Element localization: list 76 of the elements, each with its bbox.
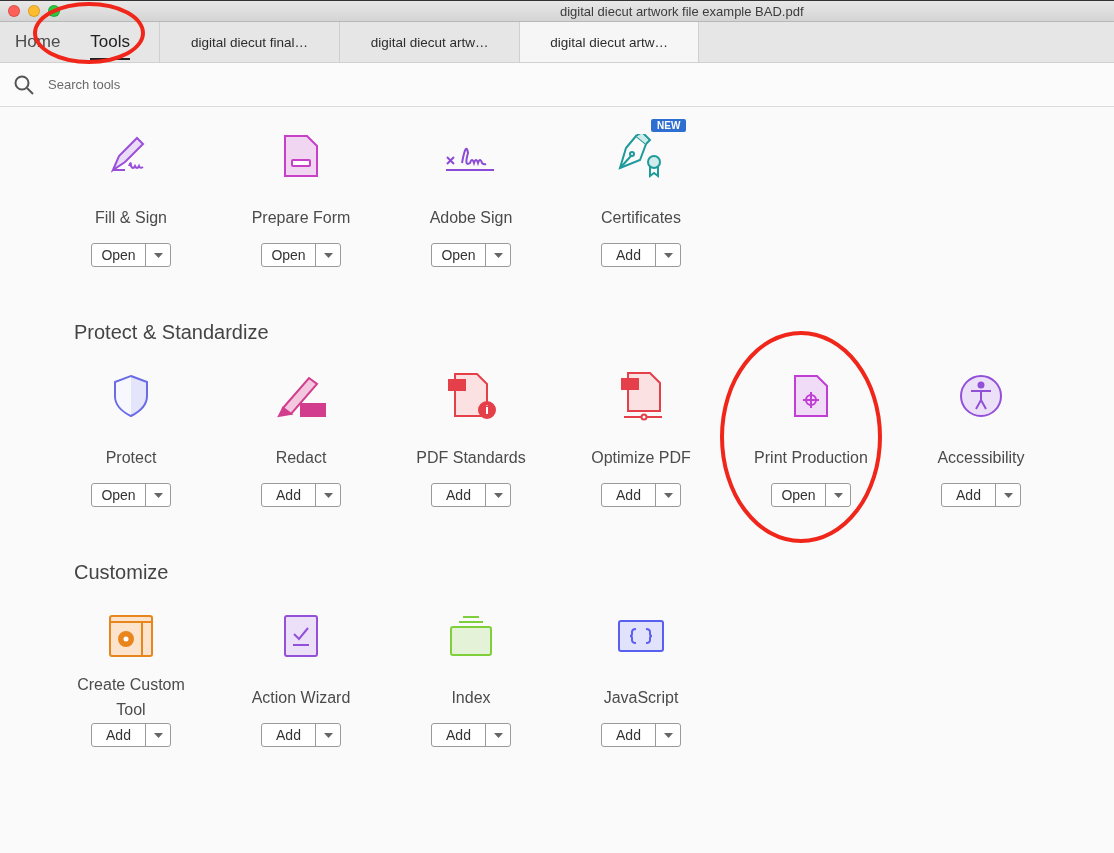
split-button[interactable]: Add bbox=[431, 483, 511, 507]
search-icon bbox=[14, 74, 34, 95]
tool-label: JavaScript bbox=[602, 687, 680, 708]
split-button[interactable]: Open bbox=[91, 483, 171, 507]
new-badge: NEW bbox=[651, 119, 687, 132]
section-heading: Protect & Standardize bbox=[74, 321, 270, 345]
tool-label: Adobe Sign bbox=[428, 207, 514, 228]
tool-action-button[interactable]: Add bbox=[602, 244, 656, 266]
tool-label: PDF Standards bbox=[415, 447, 527, 468]
tool-action-button[interactable]: Add bbox=[602, 484, 656, 506]
caret-icon bbox=[323, 492, 333, 498]
close-icon[interactable] bbox=[8, 5, 20, 17]
tool-label: Create Custom Tool bbox=[76, 675, 186, 720]
caret-icon bbox=[663, 732, 673, 738]
tool-action-button[interactable]: Open bbox=[772, 484, 826, 506]
split-button[interactable]: Open bbox=[91, 243, 171, 267]
marker-icon bbox=[275, 374, 327, 418]
document-tab[interactable]: digital diecut artw… bbox=[519, 22, 700, 62]
tool-label: Protect bbox=[104, 447, 158, 468]
caret-icon bbox=[153, 492, 163, 498]
caret-icon bbox=[493, 732, 503, 738]
code-braces-icon bbox=[617, 619, 665, 653]
window-gear-icon bbox=[108, 614, 154, 658]
document-info-icon bbox=[445, 372, 497, 420]
tool-label: Certificates bbox=[600, 207, 682, 228]
tool-action-button[interactable]: Open bbox=[432, 244, 486, 266]
tool-label: Index bbox=[450, 687, 492, 708]
tool-action-button[interactable]: Open bbox=[92, 484, 146, 506]
tool-action-button[interactable]: Open bbox=[92, 244, 146, 266]
split-button[interactable]: Add bbox=[261, 723, 341, 747]
split-button[interactable]: Open bbox=[771, 483, 851, 507]
caret-icon bbox=[493, 492, 503, 498]
tool-action-button[interactable]: Add bbox=[262, 724, 316, 746]
tool-action-button[interactable]: Add bbox=[602, 724, 656, 746]
shield-icon bbox=[113, 374, 149, 418]
caret-icon bbox=[323, 732, 333, 738]
split-button[interactable]: Add bbox=[601, 483, 681, 507]
document-slider-icon bbox=[618, 371, 664, 421]
caret-icon bbox=[493, 252, 503, 258]
tool-label: Redact bbox=[274, 447, 328, 468]
tool-label: Fill & Sign bbox=[94, 207, 168, 228]
split-button[interactable]: Add bbox=[91, 723, 171, 747]
nav-tab[interactable]: Tools bbox=[90, 28, 131, 60]
caret-icon bbox=[663, 492, 673, 498]
tool-action-button[interactable]: Add bbox=[92, 724, 146, 746]
tool-action-button[interactable]: Add bbox=[432, 484, 486, 506]
split-button[interactable]: Add bbox=[601, 723, 681, 747]
tool-label: Optimize PDF bbox=[590, 447, 692, 468]
split-button[interactable]: Open bbox=[261, 243, 341, 267]
split-button[interactable]: Add bbox=[261, 483, 341, 507]
split-button[interactable]: Add bbox=[941, 483, 1021, 507]
caret-icon bbox=[1003, 492, 1013, 498]
caret-icon bbox=[323, 252, 333, 258]
caret-icon bbox=[663, 252, 673, 258]
document-crosshair-icon bbox=[793, 374, 829, 418]
document-checkmark-icon bbox=[283, 614, 319, 658]
search-field[interactable]: Search tools bbox=[46, 76, 350, 93]
tool-action-button[interactable]: Add bbox=[432, 724, 486, 746]
tool-label: Accessibility bbox=[936, 447, 1026, 468]
tool-action-button[interactable]: Open bbox=[262, 244, 316, 266]
tool-label: Action Wizard bbox=[250, 687, 352, 708]
tool-action-button[interactable]: Add bbox=[262, 484, 316, 506]
accessibility-icon bbox=[959, 374, 1003, 418]
caret-icon bbox=[153, 732, 163, 738]
caret-icon bbox=[833, 492, 843, 498]
split-button[interactable]: Add bbox=[431, 723, 511, 747]
form-document-icon bbox=[283, 134, 319, 178]
section-heading: Customize bbox=[74, 561, 170, 585]
window-title: digital diecut artwork file example BAD.pdf bbox=[560, 3, 804, 19]
stacked-cards-icon bbox=[449, 615, 493, 657]
split-button[interactable]: Add bbox=[601, 243, 681, 267]
tool-action-button[interactable]: Add bbox=[942, 484, 996, 506]
split-button[interactable]: Open bbox=[431, 243, 511, 267]
tool-label: Print Production bbox=[753, 447, 869, 468]
caret-icon bbox=[153, 252, 163, 258]
tool-label: Prepare Form bbox=[250, 207, 352, 228]
